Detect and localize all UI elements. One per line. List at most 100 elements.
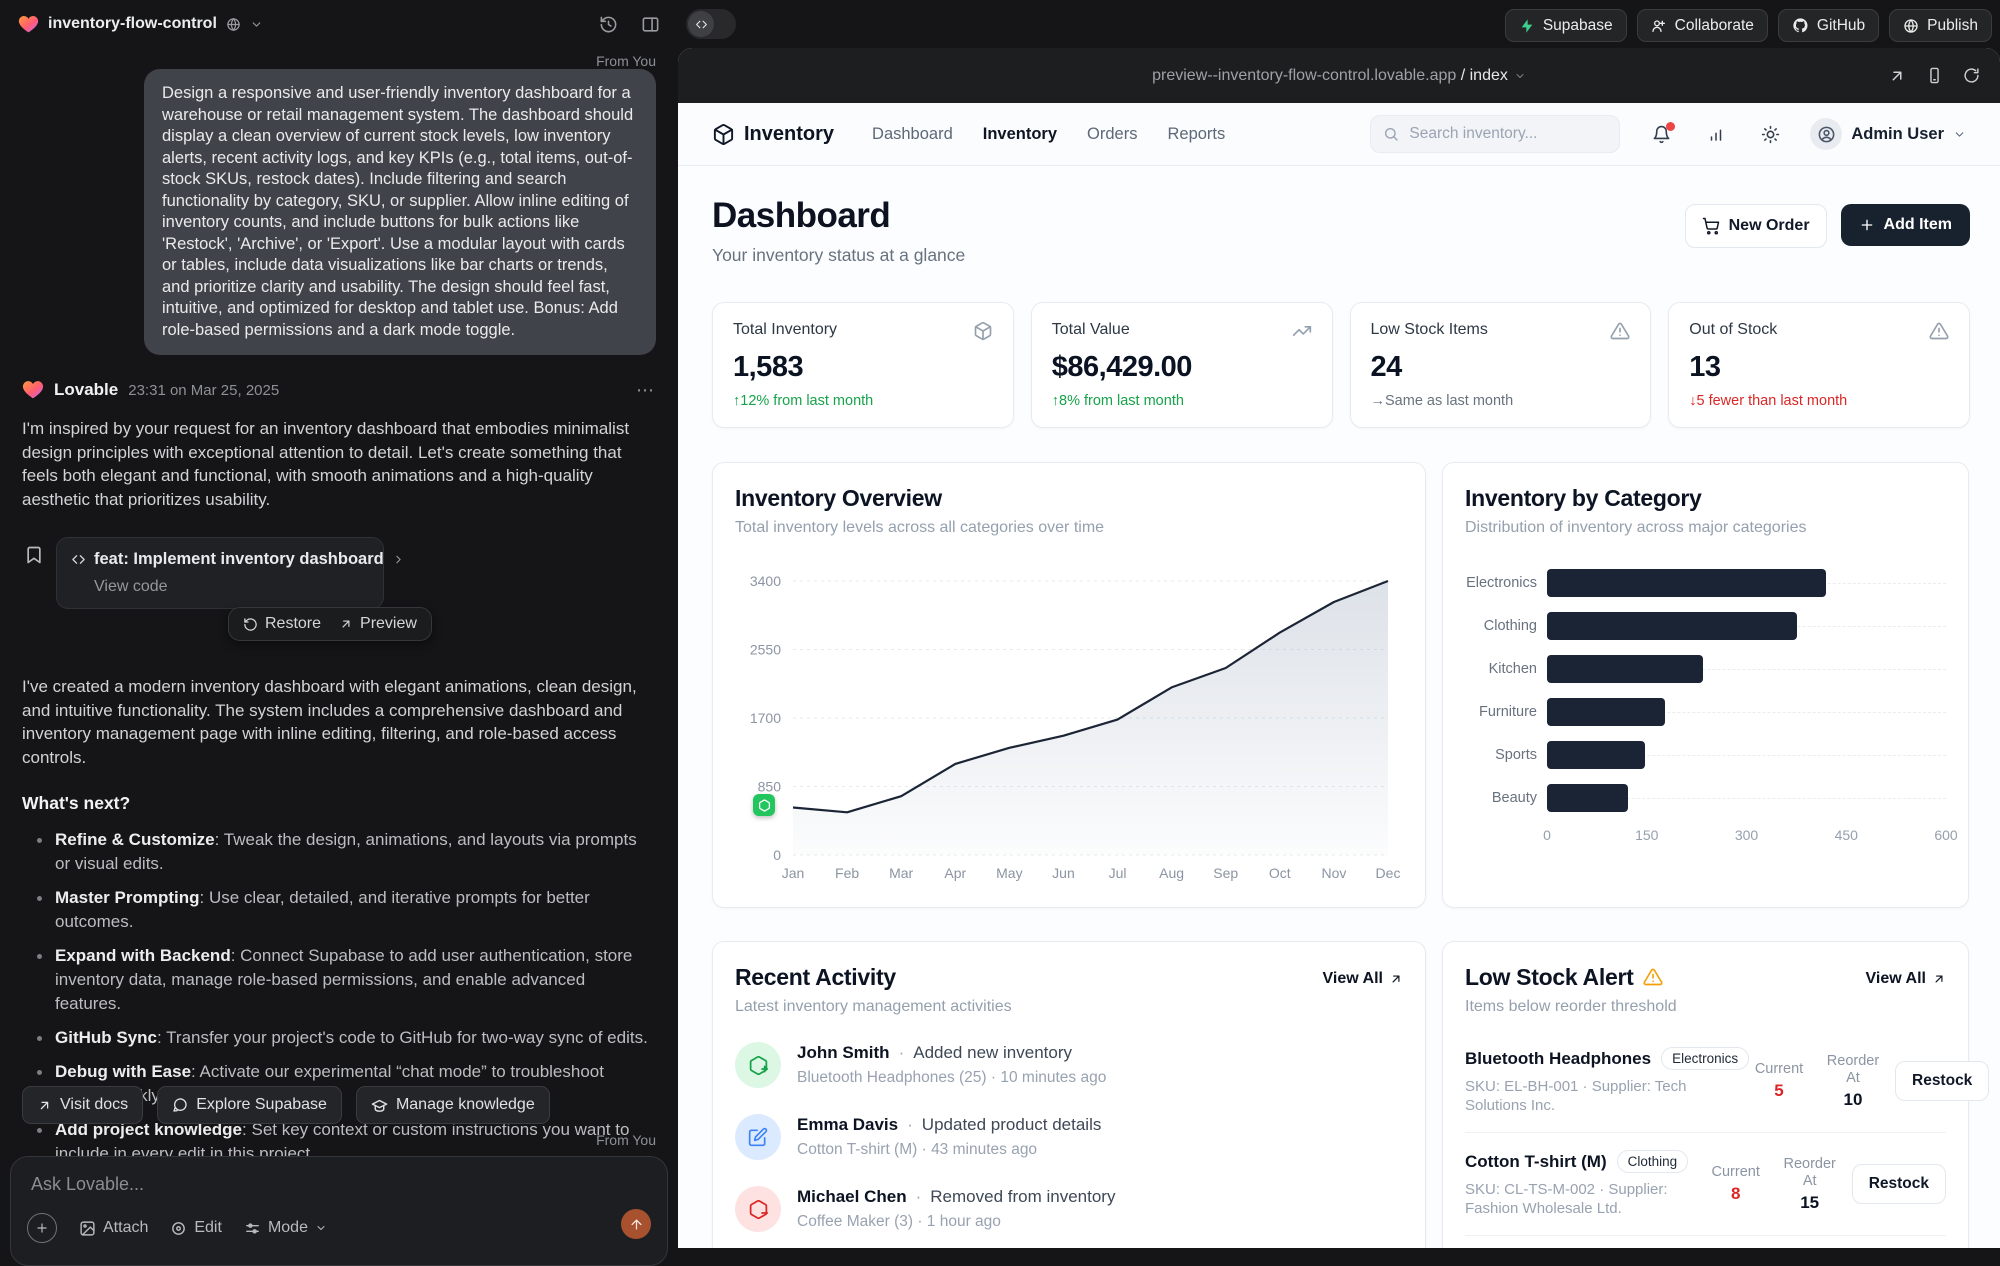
- category-bars-axis: 0150300450600: [1547, 827, 1946, 847]
- notifications-bell-icon[interactable]: [1652, 125, 1671, 144]
- globe-icon[interactable]: [226, 17, 241, 32]
- svg-text:Feb: Feb: [835, 865, 859, 881]
- new-order-button[interactable]: New Order: [1685, 204, 1827, 248]
- message-timestamp: 23:31 on Mar 25, 2025: [128, 382, 279, 399]
- lovable-heart-icon: [22, 379, 44, 401]
- project-chevron-down-icon[interactable]: [250, 18, 263, 31]
- restock-button[interactable]: Restock: [1895, 1061, 1989, 1101]
- message-menu-icon[interactable]: ⋯: [636, 380, 656, 401]
- mobile-view-icon[interactable]: [1926, 67, 1943, 84]
- category-bar-row: Sports: [1465, 733, 1946, 776]
- svg-text:Dec: Dec: [1376, 865, 1401, 881]
- bar-category-label: Kitchen: [1465, 661, 1547, 677]
- bar-axis-tick: 300: [1735, 827, 1758, 843]
- package-plus-icon: [735, 1042, 781, 1088]
- svg-text:0: 0: [773, 847, 781, 863]
- mode-selector[interactable]: Mode: [244, 1219, 327, 1237]
- category-bars: ElectronicsClothingKitchenFurnitureSport…: [1465, 561, 1946, 819]
- chat-footer-buttons: Visit docs Explore Supabase Manage knowl…: [22, 1086, 550, 1124]
- history-icon[interactable]: [599, 15, 618, 34]
- assistant-body: I've created a modern inventory dashboar…: [22, 675, 656, 769]
- low-stock-alert-card: Low Stock Alert Items below reorder thre…: [1442, 941, 1969, 1248]
- commit-zone: feat: Implement inventory dashboard View…: [22, 537, 656, 659]
- app-navbar: Inventory Dashboard Inventory Orders Rep…: [678, 103, 2000, 166]
- collaborate-button[interactable]: Collaborate: [1637, 9, 1768, 42]
- search-box: [1370, 115, 1620, 153]
- assistant-name: Lovable: [54, 380, 118, 400]
- category-badge: Clothing: [1617, 1150, 1689, 1173]
- nav-reports[interactable]: Reports: [1167, 125, 1225, 144]
- app-brand[interactable]: Inventory: [712, 123, 834, 146]
- user-name: Admin User: [1851, 125, 1944, 144]
- category-badge: Electronics: [1661, 1047, 1749, 1070]
- nav-orders[interactable]: Orders: [1087, 125, 1137, 144]
- kpi-out-of-stock: Out of Stock 13 ↓5 fewer than last month: [1668, 302, 1970, 428]
- url-chevron-down-icon[interactable]: [1514, 70, 1526, 82]
- svg-text:2550: 2550: [750, 642, 781, 658]
- refresh-icon[interactable]: [1963, 67, 1980, 84]
- composer: Attach Edit Mode: [10, 1156, 668, 1266]
- view-all-link[interactable]: View All: [1323, 970, 1403, 988]
- supabase-button[interactable]: Supabase: [1505, 9, 1627, 42]
- view-all-link[interactable]: View All: [1866, 970, 1946, 988]
- edit-select-button[interactable]: Edit: [170, 1219, 222, 1237]
- code-icon: [71, 552, 86, 567]
- restore-button[interactable]: Restore: [243, 615, 321, 633]
- app-nav: Dashboard Inventory Orders Reports: [872, 125, 1225, 144]
- page-subtitle: Your inventory status at a glance: [712, 245, 965, 266]
- package-icon: [712, 123, 735, 146]
- nav-dashboard[interactable]: Dashboard: [872, 125, 953, 144]
- composer-toolbar: Attach Edit Mode: [27, 1213, 651, 1243]
- inventory-overview-card: Inventory Overview Total inventory level…: [712, 462, 1426, 908]
- kpi-low-stock: Low Stock Items 24 →Same as last month: [1350, 302, 1652, 428]
- commit-card[interactable]: feat: Implement inventory dashboard View…: [56, 537, 384, 609]
- preview-controls: [1888, 48, 1980, 103]
- whats-next-heading: What's next?: [22, 793, 656, 814]
- activity-list: John Smith·Added new inventory Bluetooth…: [735, 1042, 1403, 1248]
- visit-docs-button[interactable]: Visit docs: [22, 1086, 143, 1124]
- panel-toggle-icon[interactable]: [641, 15, 660, 34]
- list-item: Cotton T-shirt (M)Clothing SKU: CL-TS-M-…: [1465, 1133, 1946, 1236]
- add-context-button[interactable]: [27, 1213, 57, 1243]
- low-stock-list: Bluetooth HeadphonesElectronics SKU: EL-…: [1465, 1030, 1946, 1248]
- from-you-label: From You: [22, 53, 656, 69]
- inventory-app: Inventory Dashboard Inventory Orders Rep…: [678, 103, 2000, 1248]
- list-item: Coffee MakerKitchen SKU: KT-CM-003 · Sup…: [1465, 1236, 1946, 1248]
- bookmark-icon[interactable]: [24, 545, 44, 570]
- user-menu[interactable]: Admin User: [1810, 118, 1966, 150]
- kpi-delta: ↑8% from last month: [1052, 393, 1312, 409]
- list-item: Master Prompting: Use clear, detailed, a…: [22, 886, 656, 934]
- package-minus-icon: [735, 1186, 781, 1232]
- add-item-button[interactable]: Add Item: [1841, 204, 1970, 246]
- chevron-right-icon: [392, 553, 405, 566]
- publish-button[interactable]: Publish: [1889, 9, 1992, 42]
- view-code-link[interactable]: View code: [94, 578, 369, 596]
- manage-knowledge-button[interactable]: Manage knowledge: [356, 1086, 550, 1124]
- chart-subtitle: Distribution of inventory across major c…: [1465, 519, 1946, 537]
- bar-value: [1547, 612, 1797, 640]
- theme-sun-icon[interactable]: [1761, 125, 1780, 144]
- trending-up-icon: [1292, 321, 1312, 341]
- bar-category-label: Furniture: [1465, 704, 1547, 720]
- preview-url[interactable]: preview--inventory-flow-control.lovable.…: [1152, 67, 1526, 85]
- attach-button[interactable]: Attach: [79, 1219, 148, 1237]
- analytics-bars-icon[interactable]: [1707, 125, 1725, 143]
- github-button[interactable]: GitHub: [1778, 9, 1879, 42]
- kpi-total-inventory: Total Inventory 1,583 ↑12% from last mon…: [712, 302, 1014, 428]
- bar-category-label: Sports: [1465, 747, 1547, 763]
- list-item: Emma Davis·Updated product details Cotto…: [735, 1114, 1403, 1160]
- code-view-toggle[interactable]: [686, 9, 736, 39]
- search-input[interactable]: [1407, 124, 1591, 144]
- card-subtitle: Latest inventory management activities: [735, 998, 1012, 1016]
- bar-category-label: Clothing: [1465, 618, 1547, 634]
- bar-value: [1547, 741, 1645, 769]
- restock-button[interactable]: Restock: [1852, 1164, 1946, 1204]
- chart-subtitle: Total inventory levels across all catego…: [735, 519, 1403, 537]
- bar-axis-tick: 150: [1635, 827, 1658, 843]
- open-external-icon[interactable]: [1888, 67, 1906, 85]
- send-button[interactable]: [621, 1209, 651, 1239]
- preview-button[interactable]: Preview: [339, 615, 417, 633]
- explore-supabase-button[interactable]: Explore Supabase: [157, 1086, 342, 1124]
- nav-inventory[interactable]: Inventory: [983, 125, 1057, 144]
- chat-input[interactable]: [29, 1173, 591, 1196]
